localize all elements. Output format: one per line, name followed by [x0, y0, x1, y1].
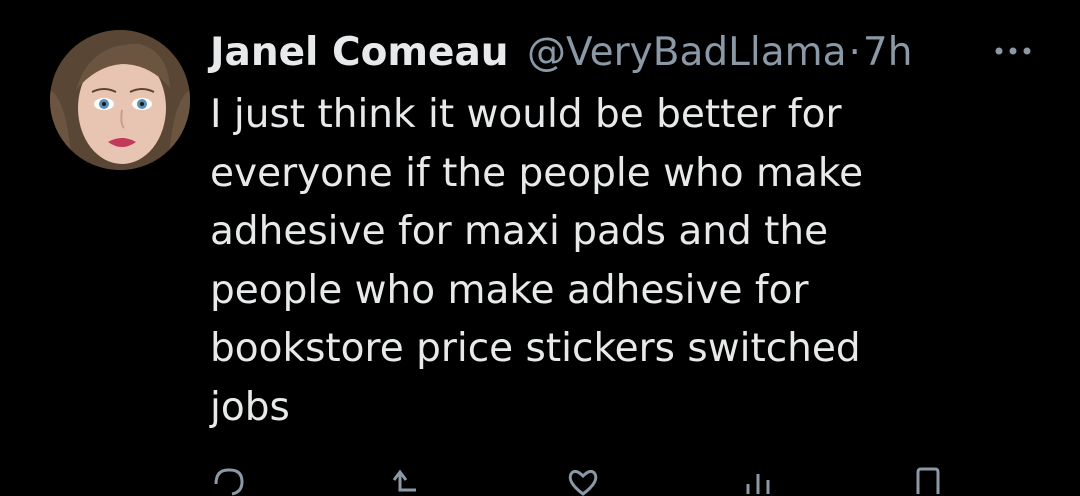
views-icon[interactable] — [740, 466, 776, 496]
author-display-name[interactable]: Janel Comeau — [210, 30, 509, 75]
header-separator: · — [848, 30, 861, 75]
tweet-text: I just think it would be better for ever… — [210, 92, 864, 430]
tweet-card[interactable]: Janel Comeau @VeryBadLlama·7h I just thi… — [0, 0, 1080, 496]
tweet-header: Janel Comeau @VeryBadLlama·7h — [210, 28, 1070, 78]
profile-photo-icon — [50, 30, 190, 170]
like-icon[interactable] — [565, 466, 601, 496]
retweet-icon[interactable] — [390, 466, 426, 496]
ellipsis-icon[interactable] — [994, 46, 1032, 56]
tweet-timestamp[interactable]: 7h — [863, 30, 913, 75]
bookmark-icon[interactable] — [910, 466, 946, 496]
avatar[interactable] — [50, 30, 190, 170]
tweet-actions — [210, 466, 970, 496]
author-handle[interactable]: @VeryBadLlama — [527, 30, 847, 75]
reply-icon[interactable] — [210, 466, 246, 496]
